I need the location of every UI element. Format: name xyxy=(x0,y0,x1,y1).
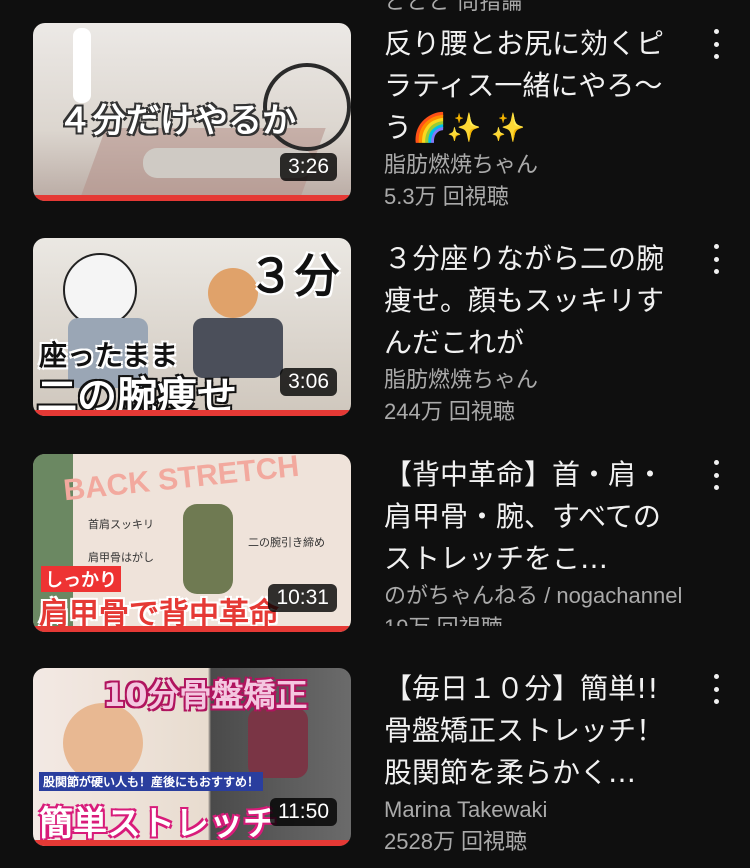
video-item[interactable]: ４分だけやるか 3:26 反り腰とお尻に効くピラティス一緒にやろ〜う🌈✨ ✨ 脂… xyxy=(0,23,750,213)
thumbnail-caption-bottom: 簡単ストレッチ xyxy=(39,804,277,844)
video-thumbnail[interactable]: BACK STRETCH 首肩スッキリ 肩甲骨はがし 二の腕引き締め しっかり … xyxy=(33,454,351,632)
view-count: 5.3万 回視聴 xyxy=(384,184,509,209)
duration-badge: 3:26 xyxy=(280,153,337,181)
view-count: 19万 回視聴 xyxy=(384,612,684,626)
thumbnail-banner: 股関節が硬い人も！産後にもおすすめ！ xyxy=(39,772,264,791)
watch-progress-bar xyxy=(33,195,351,201)
channel-name[interactable]: のがちゃんねる / nogachannel xyxy=(384,580,684,612)
channel-name[interactable]: 脂肪燃焼ちゃん xyxy=(384,149,684,181)
view-count: 2528万 回視聴 xyxy=(384,829,528,854)
thumbnail-label-1: 首肩スッキリ xyxy=(88,518,154,531)
watch-progress-bar xyxy=(33,840,351,846)
watch-progress-bar xyxy=(33,626,351,632)
more-options-icon[interactable] xyxy=(710,674,722,704)
video-meta: ３分座りながら二の腕痩せ。顔もスッキリすんだこれが 脂肪燃焼ちゃん 244万 回… xyxy=(384,238,684,428)
duration-badge: 10:31 xyxy=(268,584,337,612)
video-title[interactable]: 【背中革命】首・肩・肩甲骨・腕、すべてのストレッチをこ… xyxy=(384,454,684,580)
more-options-icon[interactable] xyxy=(710,460,722,490)
helmet-figure-icon xyxy=(63,253,137,327)
video-thumbnail[interactable]: ４分だけやるか 3:26 xyxy=(33,23,351,201)
thumbnail-caption-top: ３分 xyxy=(248,249,340,303)
view-count: 244万 回視聴 xyxy=(384,399,515,424)
person-figure xyxy=(183,504,233,594)
video-meta: 【背中革命】首・肩・肩甲骨・腕、すべてのストレッチをこ… のがちゃんねる / n… xyxy=(384,454,684,626)
video-item[interactable]: ３分 座ったまま 二の腕痩せ 3:06 ３分座りながら二の腕痩せ。顔もスッキリす… xyxy=(0,238,750,428)
thumbnail-label-3: 二の腕引き締め xyxy=(248,536,325,549)
thumbnail-caption-top: BACK STRETCH xyxy=(61,454,301,508)
video-thumbnail[interactable]: 10分骨盤矯正 股関節が硬い人も！産後にもおすすめ！ 簡単ストレッチ 11:50 xyxy=(33,668,351,846)
thumbnail-label-2: 肩甲骨はがし xyxy=(88,551,154,564)
watch-progress-bar xyxy=(33,410,351,416)
thumbnail-caption: ４分だけやるか xyxy=(58,101,296,141)
lamp-icon xyxy=(73,28,91,103)
video-thumbnail[interactable]: ３分 座ったまま 二の腕痩せ 3:06 xyxy=(33,238,351,416)
video-meta: 反り腰とお尻に効くピラティス一緒にやろ〜う🌈✨ ✨ 脂肪燃焼ちゃん 5.3万 回… xyxy=(384,23,684,213)
more-options-icon[interactable] xyxy=(710,244,722,274)
video-title[interactable]: ３分座りながら二の腕痩せ。顔もスッキリすんだこれが xyxy=(384,238,684,364)
video-title[interactable]: 【毎日１０分】簡単!!骨盤矯正ストレッチ！股関節を柔らかく… xyxy=(384,668,684,794)
thumbnail-caption-top: 10分骨盤矯正 xyxy=(103,676,308,714)
person-figure xyxy=(248,708,308,778)
more-options-icon[interactable] xyxy=(710,29,722,59)
channel-name[interactable]: Marina Takewaki xyxy=(384,794,684,826)
clipped-previous-meta: ととと 問指論 xyxy=(384,0,524,14)
video-meta: 【毎日１０分】簡単!!骨盤矯正ストレッチ！股関節を柔らかく… Marina Ta… xyxy=(384,668,684,858)
thumbnail-caption-bottom: 二の腕痩せ xyxy=(37,373,237,416)
duration-badge: 3:06 xyxy=(280,368,337,396)
video-item[interactable]: BACK STRETCH 首肩スッキリ 肩甲骨はがし 二の腕引き締め しっかり … xyxy=(0,454,750,644)
duration-badge: 11:50 xyxy=(270,798,337,826)
video-item[interactable]: 10分骨盤矯正 股関節が硬い人も！産後にもおすすめ！ 簡単ストレッチ 11:50… xyxy=(0,668,750,858)
channel-name[interactable]: 脂肪燃焼ちゃん xyxy=(384,364,684,396)
video-title[interactable]: 反り腰とお尻に効くピラティス一緒にやろ〜う🌈✨ ✨ xyxy=(384,23,684,149)
